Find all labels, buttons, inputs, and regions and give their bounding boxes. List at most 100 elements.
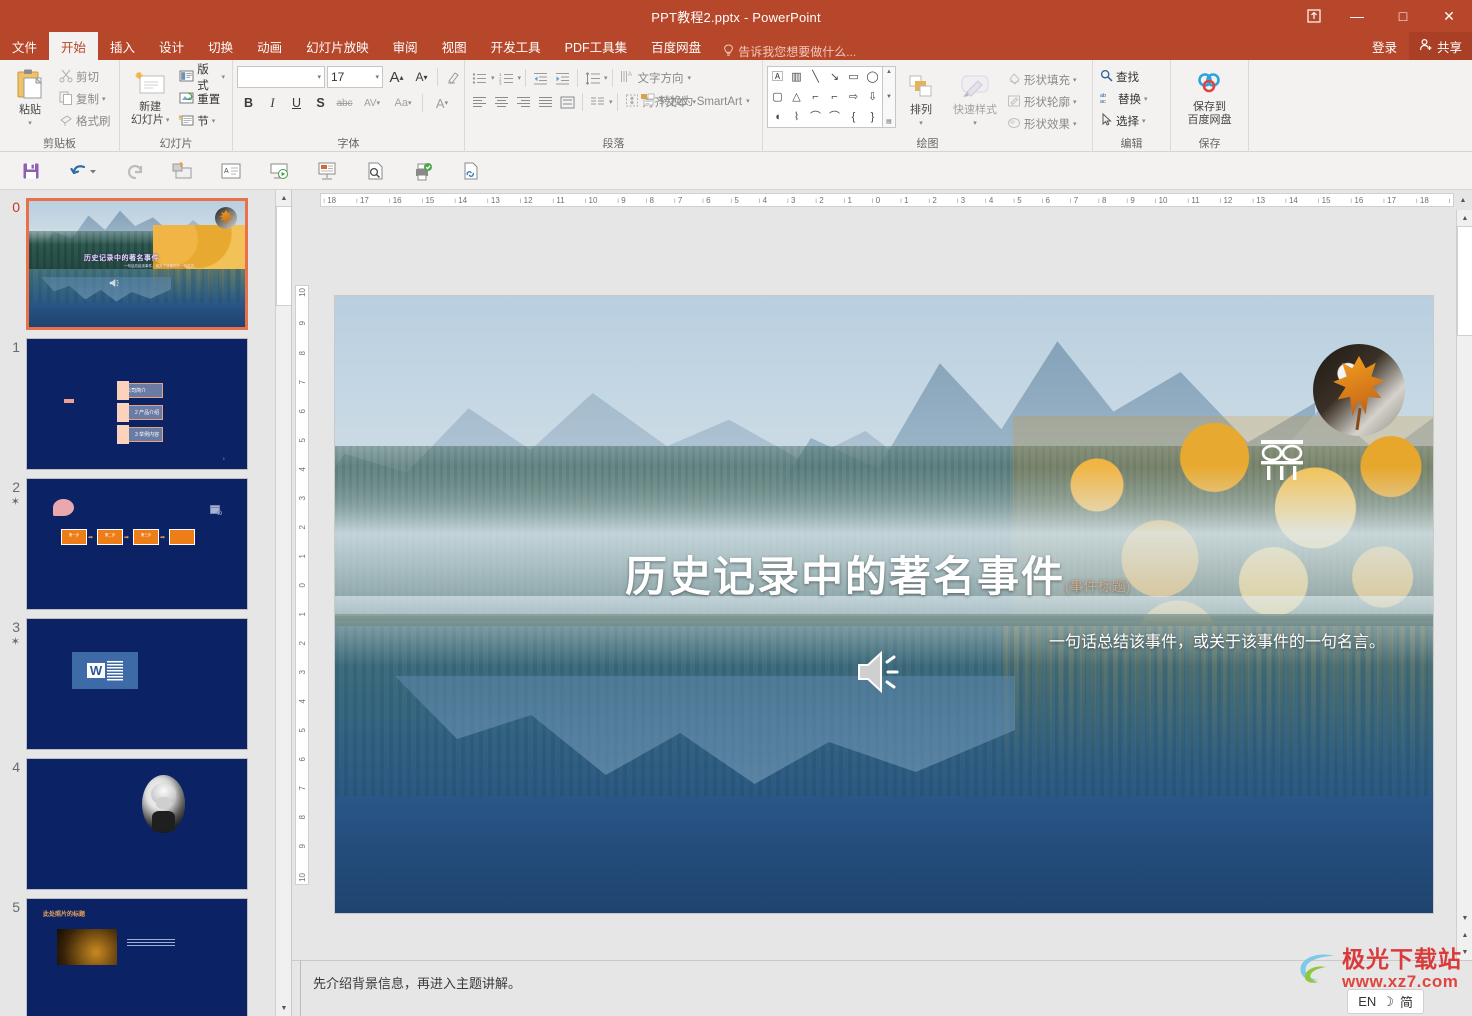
thumbnail-slide-0[interactable]: 历史记录中的著名事件 一句话总结该事件，或关于该事件的一句名言。 — [26, 198, 248, 330]
autumn-leaf-circle-image[interactable] — [1313, 344, 1405, 436]
tab-review[interactable]: 审阅 — [381, 32, 430, 60]
chevron-down-icon[interactable]: ▾ — [688, 74, 692, 82]
tab-file[interactable]: 文件 — [0, 32, 49, 60]
close-button[interactable]: ✕ — [1426, 0, 1472, 32]
start-from-current-icon[interactable] — [160, 154, 206, 188]
presentation-icon[interactable] — [304, 154, 350, 188]
shape-vertical-text-icon[interactable]: ▥ — [791, 71, 801, 83]
tab-baidu-netdisk[interactable]: 百度网盘 — [639, 32, 713, 60]
scroll-up-icon[interactable]: ▲ — [886, 69, 892, 75]
shape-outline-button[interactable]: 形状轮廓 ▾ — [1004, 91, 1080, 113]
cut-button[interactable]: 剪切 — [56, 66, 114, 88]
redo-icon[interactable] — [112, 154, 158, 188]
paste-button[interactable]: 粘贴 ▾ — [4, 63, 56, 133]
shape-effects-button[interactable]: 形状效果 ▾ — [1004, 113, 1080, 135]
chevron-down-icon[interactable]: ▾ — [212, 117, 216, 125]
share-button[interactable]: 共享 — [1408, 32, 1472, 60]
format-painter-button[interactable]: 格式刷 — [56, 110, 114, 132]
chevron-down-icon[interactable]: ▾ — [1142, 117, 1146, 125]
tab-view[interactable]: 视图 — [430, 32, 479, 60]
clear-formatting-icon[interactable] — [442, 66, 465, 88]
scroll-down-icon[interactable]: ▼ — [886, 94, 892, 100]
thumbnail-slide-4[interactable] — [26, 758, 248, 890]
chevron-down-icon[interactable]: ▾ — [973, 117, 977, 130]
new-slide-button[interactable]: 新建 幻灯片 ▾ — [124, 63, 176, 133]
shapes-gallery-scrollbar[interactable]: ▲ ▼ ▤ — [883, 66, 896, 128]
save-to-baidu-netdisk-button[interactable]: 保存到 百度网盘 — [1175, 63, 1244, 133]
maximize-button[interactable]: □ — [1380, 0, 1426, 32]
convert-to-smartart-button[interactable]: 转换为 SmartArt ▾ — [637, 90, 753, 112]
scroll-up-icon[interactable]: ▲ — [1457, 210, 1472, 226]
thumbnail-item-0[interactable]: 0 历史记录中的著名事件 一句话总结该事件，或关于该事件的一句名言。 — [0, 190, 291, 330]
shape-down-arrow-icon[interactable]: ⇩ — [868, 91, 877, 103]
signin-link[interactable]: 登录 — [1360, 37, 1409, 56]
line-spacing-icon[interactable] — [582, 68, 603, 89]
underline-button[interactable]: U — [285, 92, 308, 114]
thumbnail-item-4[interactable]: 4 — [0, 750, 291, 890]
speaker-audio-icon[interactable] — [855, 648, 911, 699]
numbered-list-icon[interactable]: 123 — [496, 68, 517, 89]
chevron-down-icon[interactable]: ▾ — [518, 74, 522, 82]
tab-insert[interactable]: 插入 — [98, 32, 147, 60]
shape-text-box-icon[interactable]: 🄰 — [772, 71, 783, 83]
shape-right-arrow-icon[interactable]: ⇨ — [849, 91, 858, 103]
font-name-input[interactable]: ▾ — [237, 66, 325, 88]
text-box-icon[interactable]: A — [208, 154, 254, 188]
shape-pie-icon[interactable]: ◖ — [774, 111, 781, 123]
shape-elbow-connector-icon[interactable]: ⌐ — [812, 91, 818, 103]
shape-curve-icon[interactable]: ⌒ — [829, 111, 840, 123]
thumbnail-slide-2[interactable]: 第一步 ➡ 第二步 ➡ 第三步 ➡ — [26, 478, 248, 610]
next-slide-button[interactable]: ▼ — [1457, 944, 1472, 960]
shape-triangle-icon[interactable]: △ — [792, 91, 800, 103]
thumbnail-item-3[interactable]: 3 ✶ W — [0, 610, 291, 750]
undo-icon[interactable] — [56, 154, 110, 188]
thumbnail-pane-scrollbar[interactable]: ▲ ▼ — [275, 190, 291, 1016]
tab-design[interactable]: 设计 — [147, 32, 196, 60]
shape-left-brace-icon[interactable]: { — [852, 111, 856, 123]
thumbnail-slide-3[interactable]: W — [26, 618, 248, 750]
hyperlink-icon[interactable] — [448, 154, 494, 188]
chevron-down-icon[interactable]: ▾ — [491, 74, 495, 82]
thumbnail-item-1[interactable]: 1 1 公司简介 2 产品介绍 3 举例内容 1 — [0, 330, 291, 470]
increase-font-size-button[interactable]: A ▴ — [385, 66, 408, 88]
bullets-icon[interactable] — [469, 68, 490, 89]
italic-button[interactable]: I — [261, 92, 284, 114]
font-size-input[interactable]: 17 ▾ — [327, 66, 383, 88]
scrollbar-thumb[interactable] — [1457, 226, 1472, 336]
strikethrough-button[interactable]: abc — [333, 92, 356, 114]
chevron-down-icon[interactable]: ▾ — [102, 95, 106, 103]
shape-fill-button[interactable]: 形状填充 ▾ — [1004, 69, 1080, 91]
replace-button[interactable]: ab ac 替换 ▾ — [1097, 88, 1151, 110]
thumbnail-slide-1[interactable]: 1 公司简介 2 产品介绍 3 举例内容 1 — [26, 338, 248, 470]
minimize-button[interactable]: — — [1334, 0, 1380, 32]
shape-ellipse-icon[interactable]: ◯ — [866, 71, 878, 83]
chevron-down-icon[interactable]: ▾ — [1073, 120, 1077, 128]
horizontal-ruler[interactable]: ı 18 ı 17 ı 16 ı 15 ı 14 ı 13 ı 12 ı 11 ı 10 ı 9 ı 8 ı 7 ı 6 ı 5 ı 4 ı… — [292, 190, 1472, 210]
shape-rectangle-icon[interactable]: ▭ — [848, 71, 858, 83]
tell-me-box[interactable]: 告诉我您想要做什么... — [713, 43, 856, 60]
tab-home[interactable]: 开始 — [49, 32, 99, 60]
section-button[interactable]: 节 ▾ — [176, 110, 228, 132]
chevron-down-icon[interactable]: ▾ — [313, 73, 321, 81]
chevron-down-icon[interactable]: ▾ — [221, 73, 225, 81]
slide-title-text[interactable]: 历史记录中的著名事件(事件标题) — [625, 543, 1130, 604]
print-check-icon[interactable] — [400, 154, 446, 188]
quick-styles-button[interactable]: 快速样式 ▾ — [946, 66, 1004, 136]
select-button[interactable]: 选择 ▾ — [1097, 110, 1151, 132]
shape-arc-icon[interactable]: ⌒ — [810, 111, 821, 123]
chevron-down-icon[interactable]: ▾ — [1073, 98, 1077, 106]
text-shadow-button[interactable]: S — [309, 92, 332, 114]
bold-button[interactable]: B — [237, 92, 260, 114]
save-icon[interactable] — [8, 154, 54, 188]
reset-button[interactable]: 重置 — [176, 88, 228, 110]
scrollbar-thumb[interactable] — [276, 206, 291, 306]
change-case-button[interactable]: Aa ▾ — [388, 92, 418, 114]
chevron-down-icon[interactable]: ▾ — [746, 97, 750, 105]
slide-surface[interactable]: 历史记录中的著名事件(事件标题) 一句话总结该事件，或关于该事件的一句名言。 — [335, 296, 1433, 913]
increase-indent-icon[interactable] — [552, 68, 573, 89]
chevron-down-icon[interactable]: ▾ — [28, 117, 32, 130]
notes-text[interactable]: 先介绍背景信息，再进入主题讲解。 — [300, 961, 1472, 1016]
vertical-ruler[interactable]: 10 9 8 7 6 5 4 3 2 1 0 1 2 3 4 5 6 7 8 9 10 — [292, 210, 312, 960]
slideshow-icon[interactable] — [256, 154, 302, 188]
character-spacing-button[interactable]: AV ▾ — [357, 92, 387, 114]
